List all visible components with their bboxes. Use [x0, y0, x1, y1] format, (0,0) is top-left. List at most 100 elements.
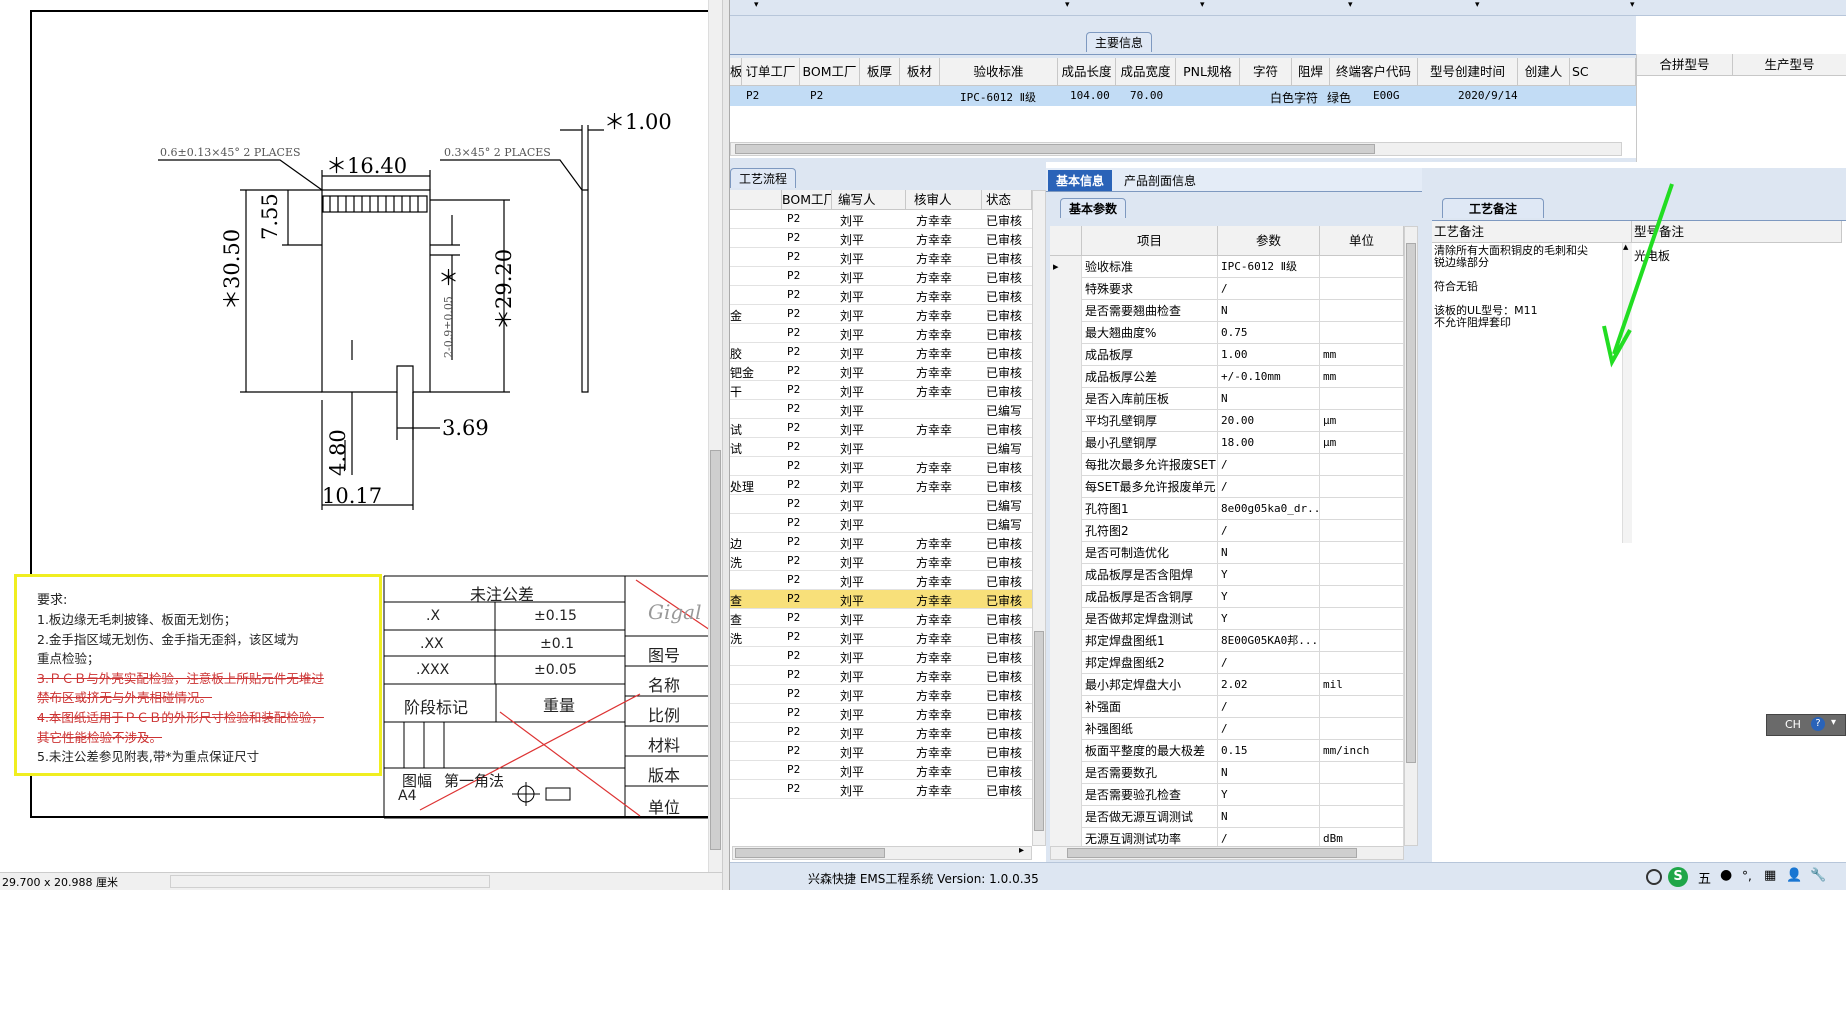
- tab-basic-params[interactable]: 基本参数: [1060, 198, 1127, 218]
- col-header[interactable]: 创建人: [1518, 58, 1570, 86]
- table-row[interactable]: 是否做邦定焊盘测试 Y: [1050, 608, 1404, 630]
- row-header[interactable]: [1050, 300, 1082, 322]
- keyboard-icon[interactable]: ▦: [1764, 868, 1776, 883]
- param-value[interactable]: Y: [1218, 564, 1320, 586]
- moon-icon[interactable]: ●: [1720, 867, 1732, 883]
- table-row[interactable]: P2 刘平 方幸幸 已审核: [730, 685, 1032, 704]
- col-header[interactable]: 成品宽度: [1116, 58, 1176, 86]
- wrench-icon[interactable]: 🔧: [1810, 868, 1826, 883]
- table-row[interactable]: 边 P2 刘平 方幸幸 已审核: [730, 533, 1032, 552]
- app-tray-icon[interactable]: S: [1668, 867, 1688, 887]
- chevron-right-icon[interactable]: ▸: [1019, 845, 1024, 856]
- table-row[interactable]: 无源互调测试功率 / dBm: [1050, 828, 1404, 846]
- main-info-hscroll[interactable]: [730, 142, 1622, 156]
- table-row[interactable]: 查 P2 刘平 方幸幸 已审核: [730, 609, 1032, 628]
- table-row[interactable]: 平均孔壁铜厚 20.00 μm: [1050, 410, 1404, 432]
- flow-hscroll-thumb[interactable]: [735, 848, 885, 858]
- col-header[interactable]: 项目: [1082, 226, 1218, 256]
- ime-toolbar[interactable]: CH ? ▾: [1766, 714, 1846, 736]
- clock-icon[interactable]: [1646, 869, 1662, 885]
- col-header[interactable]: BOM工厂: [782, 190, 832, 210]
- col-header[interactable]: 成品长度: [1058, 58, 1116, 86]
- chevron-down-icon[interactable]: ▾: [1475, 0, 1480, 10]
- table-row[interactable]: P2 刘平 方幸幸 已审核: [730, 666, 1032, 685]
- table-row[interactable]: 孔符图1 8e00g05ka0_dr...: [1050, 498, 1404, 520]
- col-header[interactable]: [730, 190, 782, 210]
- row-header[interactable]: [1050, 410, 1082, 432]
- chevron-down-icon[interactable]: ▾: [1831, 717, 1836, 728]
- table-row[interactable]: 试 P2 刘平 已编写: [730, 438, 1032, 457]
- param-value[interactable]: /: [1218, 476, 1320, 498]
- col-header[interactable]: 板厚: [860, 58, 900, 86]
- col-header[interactable]: 状态: [982, 190, 1032, 210]
- param-value[interactable]: N: [1218, 806, 1320, 828]
- table-row[interactable]: 孔符图2/: [1050, 520, 1404, 542]
- col-header[interactable]: PNL规格: [1176, 58, 1240, 86]
- row-header[interactable]: [1050, 696, 1082, 718]
- table-row[interactable]: P2 刘平 方幸幸 已审核: [730, 248, 1032, 267]
- param-value[interactable]: 0.75: [1218, 322, 1320, 344]
- row-header[interactable]: [1050, 674, 1082, 696]
- flow-vscroll[interactable]: [1032, 190, 1046, 846]
- param-value[interactable]: 0.15: [1218, 740, 1320, 762]
- param-value[interactable]: +/-0.10mm: [1218, 366, 1320, 388]
- table-row[interactable]: 最小孔壁铜厚 18.00 μm: [1050, 432, 1404, 454]
- col-header[interactable]: 阻焊: [1292, 58, 1330, 86]
- col-header[interactable]: 订单工厂: [742, 58, 800, 86]
- ime-language[interactable]: CH: [1785, 718, 1801, 731]
- row-header[interactable]: [1050, 828, 1082, 846]
- ime-mode-indicator[interactable]: 五: [1698, 868, 1711, 887]
- row-header[interactable]: [1050, 564, 1082, 586]
- param-value[interactable]: N: [1218, 300, 1320, 322]
- row-header[interactable]: [1050, 762, 1082, 784]
- drawing-scroll-thumb[interactable]: [710, 450, 721, 850]
- row-header[interactable]: [1050, 454, 1082, 476]
- table-row[interactable]: 成品板厚公差 +/-0.10mm mm: [1050, 366, 1404, 388]
- row-header[interactable]: [1050, 366, 1082, 388]
- row-header[interactable]: [1050, 718, 1082, 740]
- table-row[interactable]: 成品板厚是否含铜厚 Y: [1050, 586, 1404, 608]
- chevron-down-icon[interactable]: ▾: [1065, 0, 1070, 10]
- table-row[interactable]: 成品板厚是否含阻焊 Y: [1050, 564, 1404, 586]
- params-vscroll-thumb[interactable]: [1406, 243, 1416, 763]
- row-header[interactable]: ▸: [1050, 256, 1082, 278]
- drawing-vertical-scrollbar[interactable]: [708, 0, 722, 872]
- param-value[interactable]: 2.02: [1218, 674, 1320, 696]
- table-row[interactable]: P2 刘平 方幸幸 已审核: [730, 229, 1032, 248]
- flow-hscroll[interactable]: ▸: [732, 845, 1032, 860]
- param-value[interactable]: N: [1218, 388, 1320, 410]
- row-header[interactable]: [1050, 608, 1082, 630]
- row-header[interactable]: [1050, 630, 1082, 652]
- table-row[interactable]: P2 刘平 方幸幸 已审核: [730, 723, 1032, 742]
- param-value[interactable]: 8E00G05KA0邦...: [1218, 630, 1320, 652]
- param-value[interactable]: /: [1218, 454, 1320, 476]
- param-value[interactable]: /: [1218, 278, 1320, 300]
- table-row[interactable]: 成品板厚 1.00 mm: [1050, 344, 1404, 366]
- col-header[interactable]: 板: [730, 58, 742, 86]
- tab-process-notes[interactable]: 工艺备注: [1442, 198, 1545, 218]
- table-row[interactable]: P2 刘平 已编写: [730, 495, 1032, 514]
- table-row[interactable]: P2 刘平 方幸幸 已审核: [730, 267, 1032, 286]
- table-row[interactable]: P2 刘平 方幸幸 已审核: [730, 780, 1032, 799]
- row-header[interactable]: [1050, 652, 1082, 674]
- col-header[interactable]: 板材: [900, 58, 940, 86]
- help-icon[interactable]: ?: [1811, 717, 1825, 731]
- table-row[interactable]: P2 P2 IPC-6012 Ⅱ级 104.00 70.00 白色字符 绿色 E…: [730, 86, 1636, 106]
- col-header[interactable]: 核审人: [906, 190, 982, 210]
- table-row[interactable]: 查 P2 刘平 方幸幸 已审核: [730, 590, 1032, 609]
- table-row[interactable]: 每批次最多允许报废SET /: [1050, 454, 1404, 476]
- table-row[interactable]: 是否入库前压板 N: [1050, 388, 1404, 410]
- table-row[interactable]: 钯金 P2 刘平 方幸幸 已审核: [730, 362, 1032, 381]
- table-row[interactable]: P2 刘平 方幸幸 已审核: [730, 210, 1032, 229]
- param-value[interactable]: /: [1218, 696, 1320, 718]
- row-header[interactable]: [1050, 498, 1082, 520]
- row-header[interactable]: [1050, 740, 1082, 762]
- row-header[interactable]: [1050, 322, 1082, 344]
- table-row[interactable]: 是否需要翘曲检查 N: [1050, 300, 1404, 322]
- table-row[interactable]: 板面平整度的最大极差 0.15 mm/inch: [1050, 740, 1404, 762]
- params-hscroll-thumb[interactable]: [1067, 848, 1357, 858]
- table-row[interactable]: 是否可制造优化 N: [1050, 542, 1404, 564]
- user-icon[interactable]: 👤: [1786, 868, 1802, 883]
- param-value[interactable]: Y: [1218, 586, 1320, 608]
- row-header[interactable]: [1050, 388, 1082, 410]
